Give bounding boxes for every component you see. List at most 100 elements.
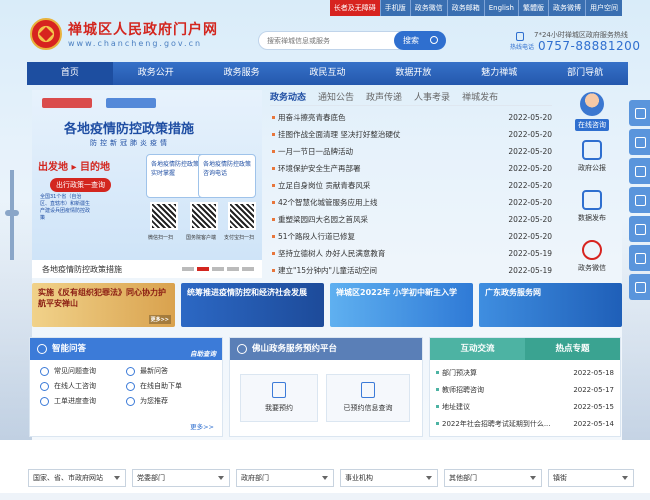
qa-progress-link[interactable]: 工单进度查询 [40,396,126,406]
select-gov-sites[interactable]: 国家、省、市政府网站 [28,469,126,487]
qa-human-link[interactable]: 在线人工咨询 [40,381,126,391]
qa-latest-link[interactable]: 最新问答 [126,366,212,376]
slide-caption[interactable]: 各地疫情防控政策措施 [42,264,122,275]
item-title[interactable]: 教师招聘咨询 [442,385,568,395]
banner-school[interactable]: 禅城区2022年 小学初中新生入学 [330,283,473,327]
appointment-query-button[interactable]: 已预约信息查询 [326,374,410,422]
banner-gd-gov[interactable]: 广东政务服务网 [479,283,622,327]
list-item[interactable]: 42个智慧化城管服务应用上线 2022-05-20 [270,194,552,211]
select-gov-depts[interactable]: 政府部门 [236,469,334,487]
mail-link[interactable]: 政务邮箱 [446,0,484,16]
slider-dot[interactable] [227,267,239,271]
news-title[interactable]: 挂图作战全面清理 坚决打好整治硬仗 [278,129,504,140]
news-title[interactable]: 环境保护安全生产再部署 [278,163,504,174]
item-title[interactable]: 地址建议 [442,402,568,412]
select-institutions[interactable]: 事业机构 [340,469,438,487]
accessibility-float-icon[interactable] [629,100,650,126]
tab-gov-voice[interactable]: 政声传递 [366,90,402,105]
qa-self-order-link[interactable]: 在线自助下单 [126,381,212,391]
english-link[interactable]: English [483,0,518,16]
traditional-link[interactable]: 繁體版 [518,0,548,16]
tab-interaction[interactable]: 互动交流 [430,338,525,360]
news-date: 2022-05-20 [508,181,552,190]
list-item[interactable]: 建立"15分钟内"儿童活动空间 2022-05-19 [270,262,552,279]
select-towns[interactable]: 镇街 [548,469,634,487]
phone-float-icon[interactable] [629,158,650,184]
nav-departments[interactable]: 部门导航 [542,62,628,85]
nav-home[interactable]: 首页 [27,62,113,85]
news-title[interactable]: 建立"15分钟内"儿童活动空间 [278,265,504,276]
gov-gazette-button[interactable]: 政府公报 [566,140,618,173]
online-consult-label: 在线咨询 [575,119,609,131]
list-item[interactable]: 用奋斗擦亮青春底色 2022-05-20 [270,109,552,126]
qa-recommend-link[interactable]: 为您推荐 [126,396,212,406]
list-item[interactable]: 2022年社会招聘考试延期到什么... 2022-05-14 [436,415,614,432]
list-item[interactable]: 地址建议 2022-05-15 [436,398,614,415]
background-skyline-left [0,200,32,440]
slider-dot[interactable] [182,267,194,271]
select-other-depts[interactable]: 其他部门 [444,469,542,487]
list-item[interactable]: 环境保护安全生产再部署 2022-05-20 [270,160,552,177]
news-title[interactable]: 坚持立德树人 办好人民满意教育 [278,248,504,259]
site-title[interactable]: 禅城区人民政府门户网 [68,19,218,39]
tab-hot-topics[interactable]: 热点专题 [525,338,620,360]
featured-slider[interactable]: 各地疫情防控政策措施 防控新冠肺炎疫情 出发地 ▸ 目的地 出行政策一查询 各地… [32,90,262,278]
data-release-button[interactable]: 数据发布 [566,190,618,223]
weibo-float-icon[interactable] [629,216,650,242]
tab-personnel[interactable]: 人事考录 [414,90,450,105]
qa-faq-link[interactable]: 常见问题查询 [40,366,126,376]
list-item[interactable]: 立足自身岗位 贡献青春风采 2022-05-20 [270,177,552,194]
accessibility-link[interactable]: 长者及无障碍 [329,0,380,16]
list-item[interactable]: 坚持立德树人 办好人民满意教育 2022-05-19 [270,245,552,262]
nav-gov-affairs[interactable]: 政务公开 [113,62,199,85]
self-query-tag[interactable]: 自助查询 [190,343,216,365]
tab-release[interactable]: 禅城发布 [462,90,498,105]
nav-charm[interactable]: 魅力禅城 [456,62,542,85]
slider-dot[interactable] [212,267,224,271]
qa-label: 在线自助下单 [140,382,182,390]
mobile-float-icon[interactable] [629,245,650,271]
booking-title[interactable]: 佛山政务服务预约平台 [252,344,337,354]
news-title[interactable]: 用奋斗擦亮青春底色 [278,112,504,123]
slider-dot[interactable] [242,267,254,271]
search-button[interactable]: 搜索 [394,31,446,50]
item-title[interactable]: 部门预决算 [442,368,568,378]
news-title[interactable]: 立足自身岗位 贡献青春风采 [278,180,504,191]
list-item[interactable]: 教师招聘咨询 2022-05-17 [436,381,614,398]
tab-notices[interactable]: 通知公告 [318,90,354,105]
online-consult-button[interactable]: 在线咨询 [566,92,618,131]
news-title[interactable]: 51个路段人行道已修复 [278,231,504,242]
back-to-top-icon[interactable] [629,274,650,300]
list-item[interactable]: 部门预决算 2022-05-18 [436,364,614,381]
wechat-link[interactable]: 政务微信 [409,0,447,16]
wechat-float-icon[interactable] [629,187,650,213]
nav-services[interactable]: 政务服务 [199,62,285,85]
list-item[interactable]: 重塑梁园四大名园之首风采 2022-05-20 [270,211,552,228]
gov-wechat-button[interactable]: 政务微信 [566,240,618,273]
slider-dot-active[interactable] [197,267,209,271]
nav-open-data[interactable]: 数据开放 [370,62,456,85]
book-appointment-button[interactable]: 我要预约 [240,374,318,422]
search-input[interactable] [259,32,389,49]
tab-gov-news[interactable]: 政务动态 [270,90,306,105]
news-title[interactable]: 42个智慧化城管服务应用上线 [278,197,504,208]
user-space-link[interactable]: 用户空间 [585,0,622,16]
smart-qa-header: 智能问答 自助查询 [30,338,222,360]
banner-epidemic[interactable]: 统筹推进疫情防控和经济社会发展 [181,283,324,327]
banner-anti-crime[interactable]: 实施《反有组织犯罪法》同心协力护航平安禅山 更多>> [32,283,175,327]
list-item[interactable]: 挂图作战全面清理 坚决打好整治硬仗 2022-05-20 [270,126,552,143]
slide-poster[interactable]: 各地疫情防控政策措施 防控新冠肺炎疫情 出发地 ▸ 目的地 出行政策一查询 各地… [32,90,262,260]
weibo-link[interactable]: 政务微博 [548,0,585,16]
select-party-depts[interactable]: 党委部门 [132,469,230,487]
list-item[interactable]: 51个路段人行道已修复 2022-05-20 [270,228,552,245]
item-title[interactable]: 2022年社会招聘考试延期到什么... [442,419,568,429]
news-title[interactable]: 一月一节日一品牌活动 [278,146,504,157]
banner-more[interactable]: 更多>> [148,315,171,324]
news-title[interactable]: 重塑梁园四大名园之首风采 [278,214,504,225]
list-item[interactable]: 一月一节日一品牌活动 2022-05-20 [270,143,552,160]
mobile-link[interactable]: 手机版 [379,0,410,16]
mail-float-icon[interactable] [629,129,650,155]
qa-label: 工单进度查询 [54,397,96,405]
nav-interaction[interactable]: 政民互动 [285,62,371,85]
qa-more-link[interactable]: 更多>> [190,421,214,431]
